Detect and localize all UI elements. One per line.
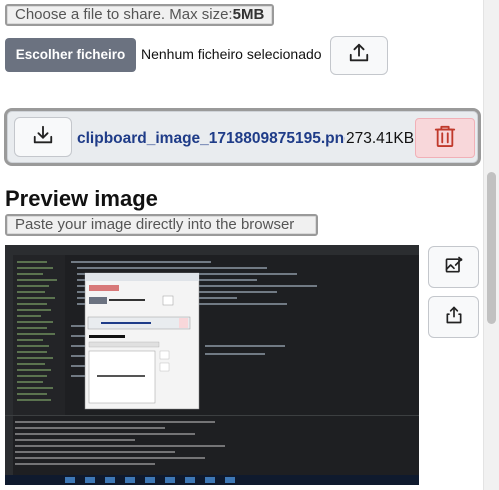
preview-heading: Preview image [5, 186, 158, 211]
no-file-selected-label: Nenhum ficheiro selecionado [141, 46, 322, 62]
paste-hint: Paste your image directly into the brows… [5, 214, 318, 236]
page-scrollbar[interactable] [483, 0, 499, 490]
delete-file-button[interactable] [415, 118, 475, 158]
pasted-screenshot [5, 245, 419, 485]
share-image-button[interactable] [428, 296, 479, 338]
download-button[interactable] [14, 117, 72, 157]
scrollbar-thumb[interactable] [487, 172, 496, 324]
download-icon [32, 124, 54, 151]
edit-image-button[interactable] [428, 246, 479, 288]
preview-image [5, 245, 419, 485]
upload-icon [348, 42, 370, 69]
image-edit-icon [444, 255, 464, 280]
choose-file-button[interactable]: Escolher ficheiro [5, 38, 136, 72]
file-size-hint: Choose a file to share. Max size:5MB [5, 4, 275, 26]
shared-file-size: 273.41KB [346, 130, 415, 147]
shared-file-link[interactable]: clipboard_image_1718809875195.png [77, 130, 345, 148]
shared-file-row: clipboard_image_1718809875195.png 273.41… [4, 108, 481, 166]
upload-button[interactable] [330, 36, 388, 75]
share-icon [444, 305, 464, 330]
trash-icon [434, 124, 456, 153]
max-size-value: 5MB [232, 6, 265, 23]
file-size-hint-text: Choose a file to share. Max size: [15, 6, 233, 23]
